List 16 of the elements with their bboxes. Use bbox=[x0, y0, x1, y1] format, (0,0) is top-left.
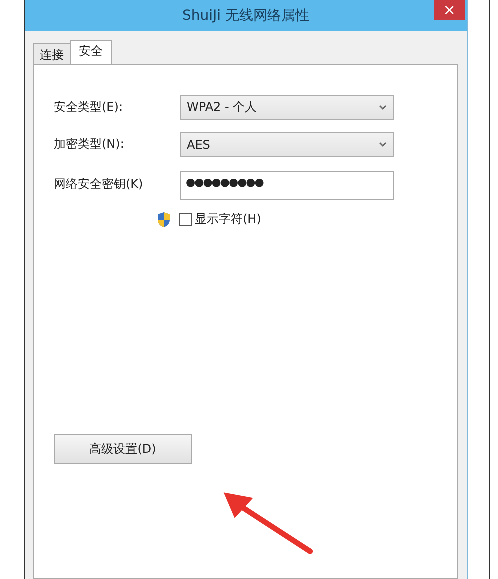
caret-icon bbox=[379, 142, 387, 147]
tab[interactable]: 安全 bbox=[70, 40, 112, 64]
shield-icon bbox=[157, 212, 171, 228]
key-field[interactable]: ●●●●●●●●● bbox=[180, 171, 394, 200]
tab[interactable]: 连接 bbox=[33, 43, 71, 64]
checkbox-label: 显示字符(H) bbox=[195, 211, 262, 228]
field-label: 加密类型(N): bbox=[54, 136, 126, 153]
field-label: 网络安全密钥(K) bbox=[54, 176, 144, 193]
caret-icon bbox=[379, 105, 387, 110]
close-button[interactable]: × bbox=[434, 0, 465, 20]
dropdown[interactable]: AES bbox=[180, 132, 394, 157]
window-title: ShuiJi 无线网络属性 bbox=[182, 6, 310, 24]
dropdown[interactable]: WPA2 - 个人 bbox=[180, 95, 394, 120]
advanced-settings-button[interactable]: 高级设置(D) bbox=[54, 434, 192, 464]
field-label: 安全类型(E): bbox=[54, 99, 124, 116]
checkbox[interactable] bbox=[179, 213, 192, 226]
